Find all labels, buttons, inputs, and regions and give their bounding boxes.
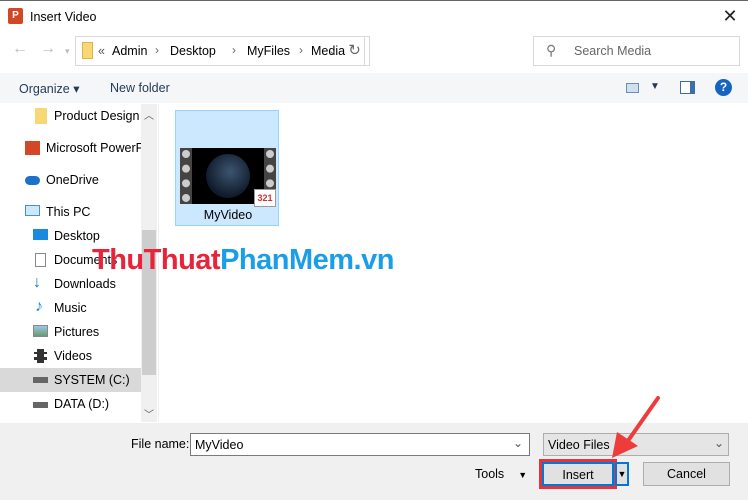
back-arrow-icon[interactable]: ← [12, 40, 28, 58]
view-icon[interactable] [626, 83, 639, 93]
sidebar-item-label: Desktop [54, 229, 100, 243]
folder-icon [35, 108, 47, 124]
address-bar[interactable]: « Admin › Desktop › MyFiles › Media ⌄ [75, 36, 365, 66]
preview-pane-icon[interactable] [680, 81, 695, 94]
folder-icon [82, 42, 93, 59]
help-icon[interactable]: ? [715, 79, 732, 96]
sidebar-item-label: DATA (D:) [54, 397, 110, 411]
file-type-value: Video Files [548, 438, 610, 452]
file-item-myvideo[interactable]: 321 MyVideo [175, 110, 279, 226]
sidebar-item-videos[interactable]: Videos [0, 345, 141, 367]
breadcrumb-myfiles[interactable]: MyFiles [247, 44, 290, 58]
sidebar-item-system-c[interactable]: SYSTEM (C:) [0, 368, 141, 392]
sidebar-item-label: Videos [54, 349, 92, 363]
file-type-select[interactable]: Video Files ⌄ [543, 433, 729, 456]
tools-button[interactable]: Tools ▼ [475, 467, 527, 481]
sidebar-item-music[interactable]: ♪ Music [0, 297, 141, 319]
videos-icon [34, 349, 47, 363]
chevron-down-icon[interactable]: ⌄ [513, 436, 523, 450]
view-dropdown-icon[interactable]: ▼ [650, 81, 660, 92]
forward-arrow-icon[interactable]: → [40, 40, 56, 58]
breadcrumb-desktop[interactable]: Desktop [170, 44, 216, 58]
recent-chevron-icon[interactable]: ▾ [65, 46, 70, 57]
cloud-icon [25, 176, 40, 185]
scroll-up-icon[interactable]: ︿ [144, 107, 154, 122]
insert-dropdown-button[interactable]: ▼ [615, 462, 629, 486]
file-name-label: File name: [131, 437, 190, 451]
sidebar-item-label: SYSTEM (C:) [54, 373, 130, 387]
sidebar-item-product-design[interactable]: Product Design [0, 105, 141, 127]
close-button[interactable]: ✕ [718, 4, 742, 28]
drive-icon [33, 402, 48, 408]
file-name-input[interactable]: MyVideo ⌄ [190, 433, 530, 456]
file-name: MyVideo [203, 208, 253, 222]
sidebar-item-powerpoint[interactable]: Microsoft PowerP [0, 137, 141, 159]
watermark-part1: ThuThuat [92, 244, 221, 276]
sidebar-item-label: Music [54, 301, 87, 315]
sidebar-item-data-d[interactable]: DATA (D:) [0, 393, 141, 415]
sidebar-item-label: Pictures [54, 325, 100, 339]
search-input[interactable]: ⚲ Search Media [533, 36, 740, 66]
powerpoint-icon: P [8, 8, 23, 24]
window-title: Insert Video [30, 10, 97, 24]
sidebar-item-onedrive[interactable]: OneDrive [0, 169, 141, 191]
breadcrumb-overflow[interactable]: « [98, 44, 105, 58]
tools-label: Tools [475, 467, 505, 481]
chevron-down-icon[interactable]: ⌄ [328, 44, 337, 57]
music-icon: ♪ [35, 298, 43, 315]
drive-icon [33, 377, 48, 383]
file-name-value: MyVideo [195, 438, 244, 452]
powerpoint-icon [25, 141, 40, 155]
insert-button[interactable]: Insert [539, 459, 617, 489]
computer-icon [25, 205, 40, 216]
sidebar-item-label: OneDrive [46, 173, 99, 187]
refresh-button[interactable]: ↻ [340, 36, 370, 66]
title-bar: P Insert Video ✕ [0, 0, 748, 32]
desktop-icon [33, 229, 48, 240]
sidebar-item-label: Microsoft PowerP [46, 141, 141, 155]
new-folder-button[interactable]: New folder [110, 81, 170, 95]
cancel-button[interactable]: Cancel [643, 462, 730, 486]
search-icon: ⚲ [546, 42, 557, 58]
breadcrumb-admin[interactable]: Admin [112, 44, 147, 58]
scroll-down-icon[interactable]: ﹀ [144, 406, 154, 421]
media-player-badge-icon: 321 [254, 189, 276, 207]
organize-button[interactable]: Organize ▾ [19, 81, 79, 96]
watermark: ThuThuatPhanMem.vn [92, 244, 394, 277]
organize-label: Organize [19, 82, 70, 96]
sidebar-item-this-pc[interactable]: This PC [0, 201, 141, 223]
dialog-footer: File name: MyVideo ⌄ Video Files ⌄ Tools… [0, 423, 748, 500]
document-icon [35, 253, 46, 267]
sidebar-item-label: Product Design [54, 109, 140, 123]
watermark-part2: PhanMem.vn [220, 244, 394, 276]
sidebar-item-pictures[interactable]: Pictures [0, 321, 141, 343]
search-placeholder: Search Media [574, 44, 652, 58]
pictures-icon [33, 325, 48, 337]
download-icon: ↓ [33, 274, 41, 291]
sidebar-item-label: This PC [46, 205, 91, 219]
toolbar: Organize ▾ New folder ▼ ? [0, 73, 748, 103]
sidebar-item-label: Downloads [54, 277, 116, 291]
chevron-down-icon[interactable]: ⌄ [714, 436, 724, 450]
